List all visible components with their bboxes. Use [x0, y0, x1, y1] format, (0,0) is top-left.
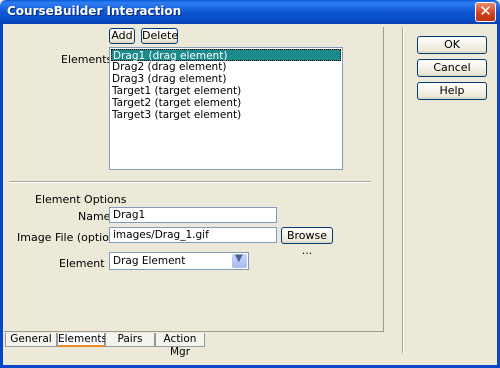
chevron-down-icon: ▼ [235, 253, 243, 264]
list-item[interactable]: Target1 (target element) [112, 85, 241, 97]
ok-button[interactable]: OK [417, 36, 487, 54]
list-item[interactable]: Drag2 (drag element) [112, 61, 226, 73]
vertical-divider-highlight [403, 27, 404, 353]
image-file-field[interactable]: images/Drag_1.gif [109, 227, 277, 243]
close-button[interactable]: ✕ [475, 2, 496, 22]
help-button[interactable]: Help [417, 82, 487, 100]
window-frame-left [0, 24, 3, 368]
browse-button[interactable]: Browse ... [281, 227, 333, 257]
tab-pairs[interactable]: Pairs [105, 333, 155, 347]
list-item[interactable]: Drag1 (drag element) [111, 49, 341, 62]
delete-button[interactable]: Delete [141, 28, 178, 44]
separator-highlight [9, 182, 371, 183]
cancel-button[interactable]: Cancel [417, 59, 487, 77]
dropdown-button[interactable]: ▼ [232, 253, 247, 268]
add-button[interactable]: Add [109, 28, 135, 44]
tab-elements[interactable]: Elements [57, 333, 107, 347]
element-options-heading: Element Options [35, 193, 127, 206]
close-icon: ✕ [479, 2, 492, 20]
element-is-value: Drag Element [113, 255, 186, 267]
element-is-select[interactable]: Drag Element ▼ [109, 252, 249, 270]
title-bar[interactable]: CourseBuilder Interaction ✕ [0, 0, 500, 24]
tab-general[interactable]: General [5, 333, 57, 347]
elements-listbox[interactable]: Drag1 (drag element) Drag2 (drag element… [109, 47, 343, 170]
list-item[interactable]: Target2 (target element) [112, 97, 241, 109]
list-item[interactable]: Drag3 (drag element) [112, 73, 226, 85]
tab-action-mgr[interactable]: Action Mgr [155, 333, 205, 358]
list-item[interactable]: Target3 (target element) [112, 109, 241, 121]
name-field[interactable]: Drag1 [109, 207, 277, 223]
elements-label: Elements: [61, 53, 116, 66]
window-title: CourseBuilder Interaction [7, 4, 182, 18]
dialog-window: CourseBuilder Interaction ✕ Add Delete E… [0, 0, 500, 368]
